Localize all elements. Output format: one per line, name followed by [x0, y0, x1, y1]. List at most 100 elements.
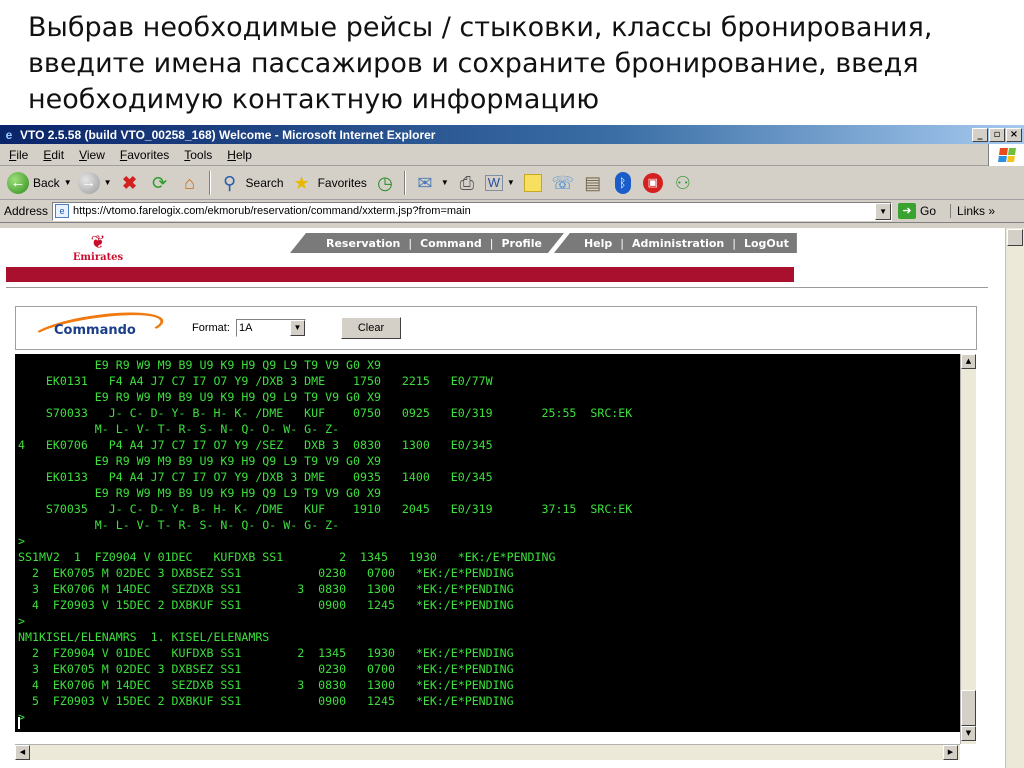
search-button[interactable]: ⚲ Search — [215, 169, 287, 197]
messenger-button[interactable]: ☏ — [548, 169, 578, 197]
terminal-vertical-scrollbar[interactable]: ▲ ▼ — [960, 354, 976, 744]
menu-favorites[interactable]: Favorites — [111, 148, 175, 162]
forward-button[interactable]: → ▼ — [75, 169, 115, 197]
terminal-line: M- L- V- T- R- S- N- Q- O- W- G- Z- — [18, 518, 340, 532]
home-icon: ⌂ — [184, 172, 195, 193]
slide-heading: Выбрав необходимые рейсы / стыковки, кла… — [28, 12, 933, 115]
menu-view[interactable]: View — [70, 148, 111, 162]
terminal-output[interactable]: E9 R9 W9 M9 B9 U9 K9 H9 Q9 L9 T9 V9 G0 X… — [15, 354, 960, 732]
address-url: https://vtomo.farelogix.com/ekmorub/rese… — [73, 205, 471, 217]
mail-icon: ✉ — [417, 172, 433, 193]
scroll-up-icon[interactable]: ▲ — [961, 354, 976, 369]
commando-panel: Commando Format: 1A ▼ Clear — [15, 305, 977, 355]
mail-dropdown-icon[interactable]: ▼ — [441, 178, 449, 187]
back-button[interactable]: ← Back ▼ — [4, 169, 75, 197]
favorites-label: Favorites — [317, 175, 367, 190]
terminal-line: S70033 J- C- D- Y- B- H- K- /DME KUF 075… — [18, 406, 633, 420]
notes-button[interactable] — [518, 169, 548, 197]
nav-logout[interactable]: LogOut — [744, 237, 789, 250]
address-input[interactable]: e https://vtomo.farelogix.com/ekmorub/re… — [52, 201, 893, 221]
terminal-line: 3 EK0706 M 14DEC SEZDXB SS1 3 0830 1300 … — [18, 582, 514, 596]
terminal-line: E9 R9 W9 M9 B9 U9 K9 H9 Q9 L9 T9 V9 G0 X… — [18, 454, 381, 468]
terminal-horizontal-scrollbar[interactable]: ◀ ▶ — [15, 744, 960, 760]
terminal-line: 4 FZ0903 V 15DEC 2 DXBKUF SS1 0900 1245 … — [18, 598, 514, 612]
browser-window: e VTO 2.5.58 (build VTO_00258_168) Welco… — [0, 125, 1024, 768]
toolbar-separator — [208, 170, 211, 195]
standard-toolbar: ← Back ▼ → ▼ ✖ ⟳ ⌂ ⚲ Search ★ Favorites … — [0, 166, 1024, 200]
clear-button[interactable]: Clear — [341, 317, 401, 339]
messenger-icon: ☏ — [551, 172, 575, 193]
menu-tools[interactable]: Tools — [175, 148, 218, 162]
terminal-line: 4 EK0706 P4 A4 J7 C7 I7 O7 Y9 /SEZ DXB 3… — [18, 438, 493, 452]
research-button[interactable]: ▤ — [578, 169, 608, 197]
favorites-button[interactable]: ★ Favorites — [287, 169, 370, 197]
red-tool-button[interactable]: ▣ — [638, 169, 668, 197]
back-dropdown-icon[interactable]: ▼ — [64, 178, 72, 187]
links-button[interactable]: Links » — [950, 204, 995, 218]
scroll-left-icon[interactable]: ◀ — [15, 745, 30, 760]
terminal-line: 4 EK0706 M 14DEC SEZDXB SS1 3 0830 1300 … — [18, 678, 514, 692]
note-icon — [521, 171, 545, 195]
menu-bar: File Edit View Favorites Tools Help — [0, 144, 1024, 166]
msn-buddies-icon: ⚇ — [674, 172, 691, 193]
print-icon: ⎙ — [459, 172, 475, 193]
print-button[interactable]: ⎙ — [452, 169, 482, 197]
stop-icon: ✖ — [121, 172, 138, 193]
go-button[interactable]: ➜ Go — [898, 203, 936, 219]
maximize-button[interactable]: ▫ — [989, 127, 1005, 142]
page-scroll-thumb[interactable] — [1007, 229, 1023, 246]
terminal-line: 2 EK0705 M 02DEC 3 DXBSEZ SS1 0230 0700 … — [18, 566, 514, 580]
stop-button[interactable]: ✖ — [115, 169, 145, 197]
mail-button[interactable]: ✉ ▼ — [410, 169, 452, 197]
terminal-line: E9 R9 W9 M9 B9 U9 K9 H9 Q9 L9 T9 V9 G0 X… — [18, 486, 381, 500]
search-icon: ⚲ — [222, 172, 237, 193]
nav-reservation[interactable]: Reservation — [326, 237, 400, 250]
chevron-down-icon[interactable]: ▼ — [290, 320, 305, 336]
close-button[interactable]: × — [1006, 127, 1022, 142]
nav-secondary: Help | Administration | LogOut — [553, 233, 797, 253]
home-button[interactable]: ⌂ — [175, 169, 205, 197]
nav-divider: | — [489, 236, 494, 250]
menu-file[interactable]: File — [0, 148, 34, 162]
search-label: Search — [245, 175, 284, 190]
terminal-lines: E9 R9 W9 M9 B9 U9 K9 H9 Q9 L9 T9 V9 G0 X… — [15, 354, 960, 725]
refresh-button[interactable]: ⟳ — [145, 169, 175, 197]
nav-profile[interactable]: Profile — [502, 237, 542, 250]
terminal-line: 2 FZ0904 V 01DEC KUFDXB SS1 2 1345 1930 … — [18, 646, 514, 660]
format-select[interactable]: 1A ▼ — [236, 319, 306, 337]
scroll-thumb[interactable] — [961, 690, 976, 726]
menu-edit[interactable]: Edit — [34, 148, 70, 162]
terminal-line: E9 R9 W9 M9 B9 U9 K9 H9 Q9 L9 T9 V9 G0 X… — [18, 390, 381, 404]
history-icon: ◷ — [377, 172, 393, 193]
window-titlebar[interactable]: e VTO 2.5.58 (build VTO_00258_168) Welco… — [0, 125, 1024, 144]
menu-help[interactable]: Help — [218, 148, 258, 162]
links-label: Links — [957, 204, 986, 218]
emirates-logo: ❦ Emirates — [72, 234, 124, 264]
brand-red-band — [6, 267, 794, 282]
terminal-line: 5 FZ0903 V 15DEC 2 DXBKUF SS1 0900 1245 … — [18, 694, 514, 708]
minimize-button[interactable]: _ — [972, 127, 988, 142]
brand-name: Emirates — [72, 252, 124, 263]
nav-help[interactable]: Help — [584, 237, 612, 250]
nav-divider: | — [620, 236, 624, 250]
msn-button[interactable]: ⚇ — [668, 169, 698, 197]
forward-arrow-icon: → — [77, 171, 100, 194]
scroll-right-icon[interactable]: ▶ — [943, 745, 958, 760]
terminal-line: 3 EK0705 M 02DEC 3 DXBSEZ SS1 0230 0700 … — [18, 662, 514, 676]
page-vertical-scrollbar[interactable] — [1005, 228, 1024, 768]
bluetooth-button[interactable]: ᛒ — [608, 169, 638, 197]
research-icon: ▤ — [584, 172, 602, 193]
address-dropdown-icon[interactable]: ▼ — [875, 202, 892, 220]
edit-dropdown-icon[interactable]: ▼ — [507, 178, 515, 187]
nav-primary: Reservation | Command | Profile — [290, 233, 564, 253]
commando-logo-text: Commando — [54, 323, 136, 338]
page-icon: e — [55, 204, 70, 218]
go-label: Go — [920, 204, 937, 218]
edit-button[interactable]: W ▼ — [482, 169, 518, 197]
nav-command[interactable]: Command — [420, 237, 482, 250]
nav-administration[interactable]: Administration — [632, 237, 724, 250]
forward-dropdown-icon[interactable]: ▼ — [104, 178, 112, 187]
terminal-line: S70035 J- C- D- Y- B- H- K- /DME KUF 191… — [18, 502, 633, 516]
history-button[interactable]: ◷ — [370, 169, 400, 197]
scroll-down-icon[interactable]: ▼ — [961, 726, 976, 741]
